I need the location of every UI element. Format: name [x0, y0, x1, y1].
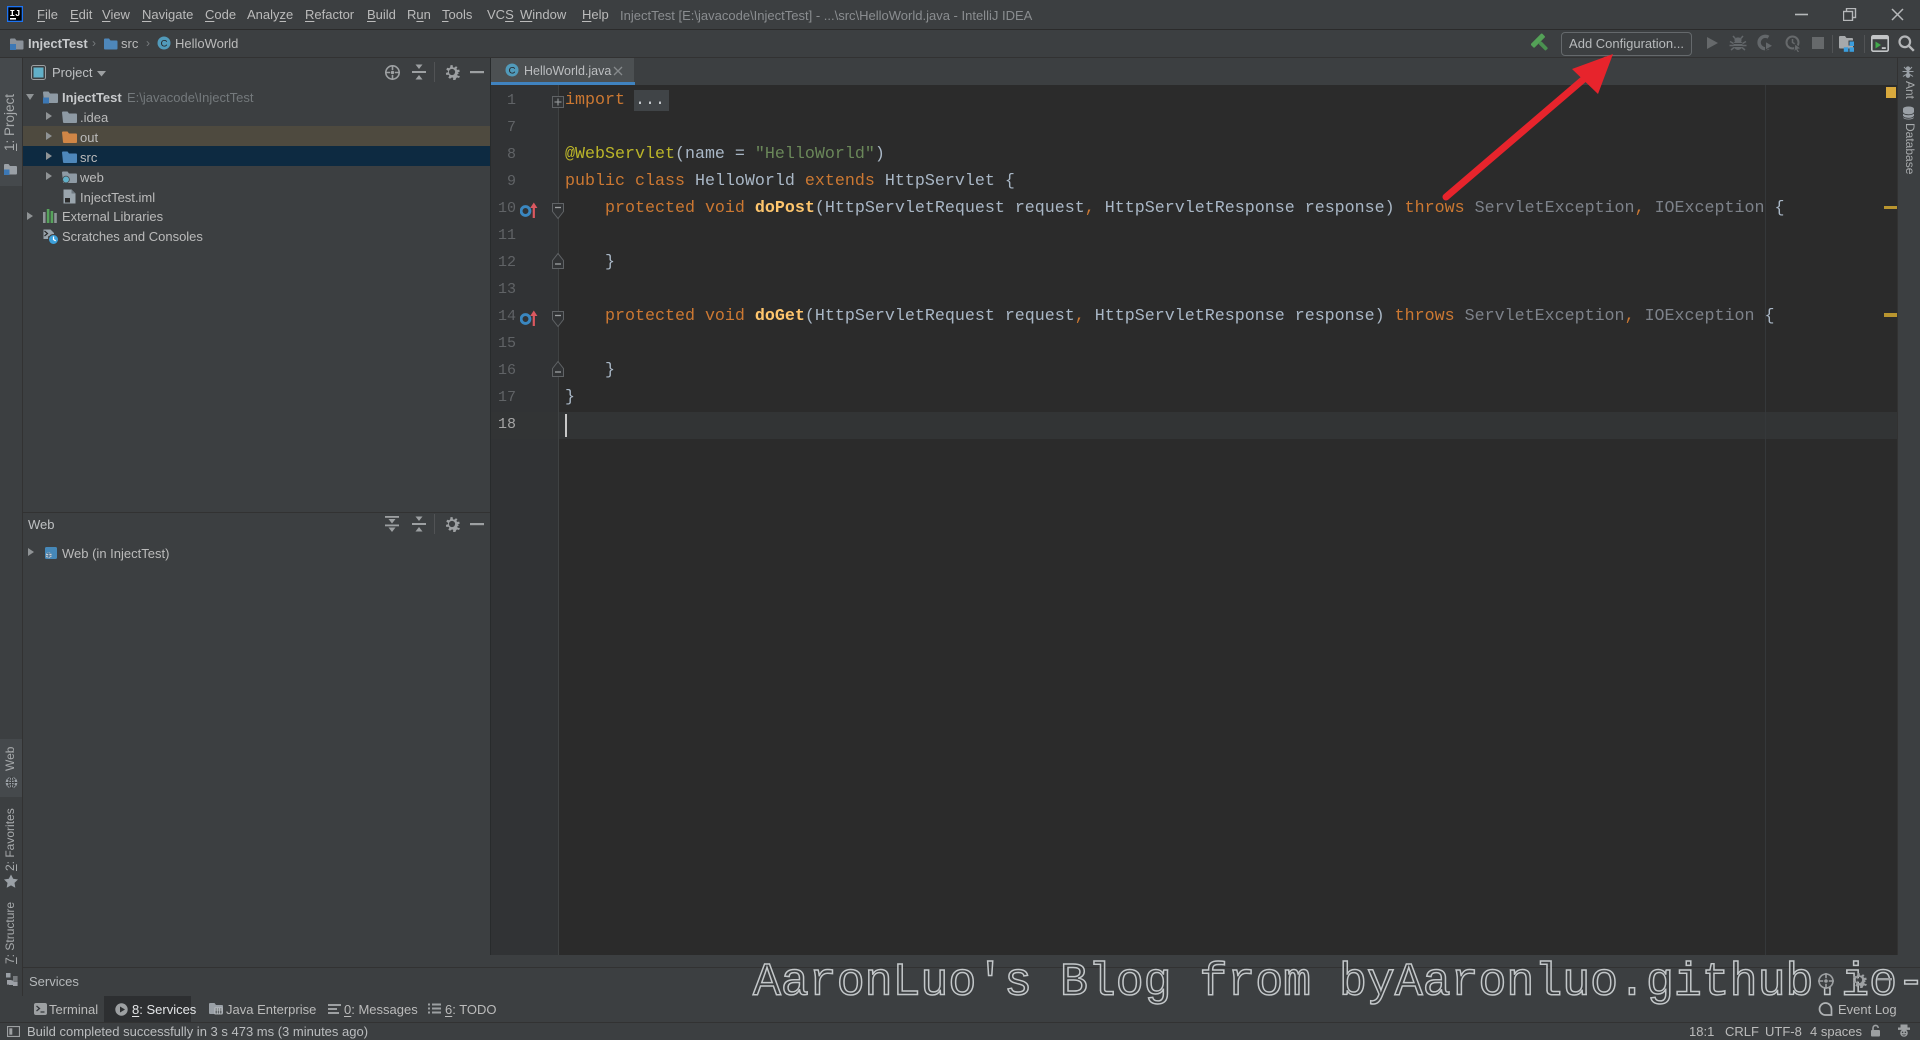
svg-text:C: C — [509, 66, 516, 77]
svg-text:AaronLuo's Blog from byAaronlu: AaronLuo's Blog from byAaronluo.github.i… — [753, 956, 1920, 1009]
svg-text:IJ: IJ — [10, 9, 21, 19]
svg-text:C: C — [161, 39, 168, 50]
